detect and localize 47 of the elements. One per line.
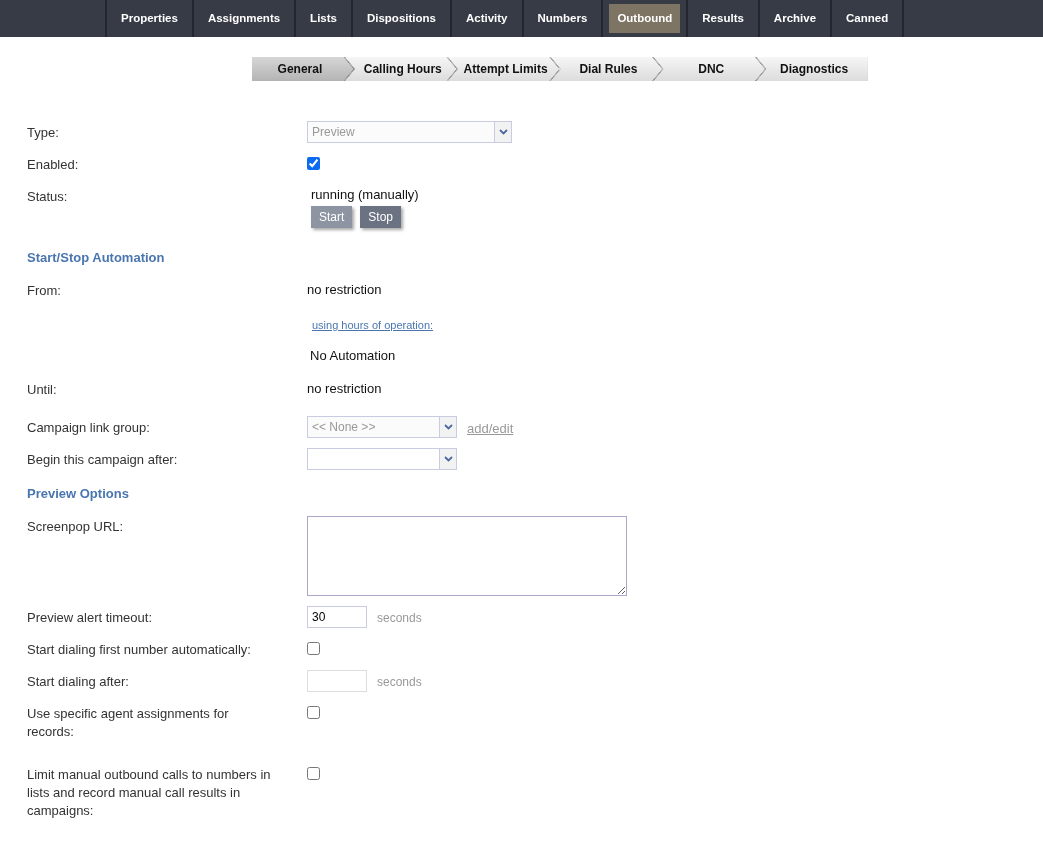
nav-tab[interactable]: Dispositions [350, 0, 450, 37]
section-heading: Start/Stop Automation [27, 248, 166, 267]
field-label: Start dialing after: [27, 673, 129, 689]
field-label: Screenpop URL: [27, 518, 124, 534]
number-field[interactable]: 30 [307, 605, 367, 628]
value-text: no restriction [307, 379, 382, 398]
wizard-step[interactable]: DNC [653, 57, 766, 81]
status-button[interactable]: Stop [360, 205, 402, 228]
checkbox[interactable] [307, 641, 320, 655]
wizard-step[interactable]: Calling Hours [344, 57, 457, 81]
nav-tab[interactable]: Archive [757, 0, 831, 37]
field-label: From: [27, 283, 61, 298]
field-label: Start dialing first number automatically: [27, 641, 251, 657]
unit-text: seconds [377, 609, 422, 627]
caret-icon [443, 423, 453, 430]
value-text: No Automation [310, 346, 396, 365]
hours-link[interactable]: using hours of operation: [312, 317, 434, 334]
nav-tab[interactable]: Properties [105, 0, 192, 37]
nav-tab[interactable]: Results [686, 0, 758, 37]
field-label: Type: [27, 125, 59, 140]
field-label: Use specific agent assignments for records: [27, 705, 229, 739]
nav-tab[interactable]: Numbers [521, 0, 602, 37]
field-label: Enabled: [27, 157, 79, 172]
wizard-step[interactable]: Diagnostics [756, 57, 868, 81]
section-heading: Preview Options [27, 485, 130, 503]
nav-tab[interactable]: Lists [294, 0, 351, 37]
field-label: Preview alert timeout: [27, 609, 152, 625]
value-text: no restriction [307, 281, 382, 299]
wizard-step[interactable]: Attempt Limits [447, 57, 560, 81]
field-label: Limit manual outbound calls to numbers in lists and record manual call results in campaigns: [27, 766, 271, 818]
checkbox[interactable] [307, 705, 320, 719]
nav-tab[interactable]: Activity [449, 0, 522, 37]
status-text: running (manually) [311, 186, 419, 204]
text-area[interactable] [307, 515, 627, 596]
wizard-step[interactable]: General [252, 57, 354, 81]
checkbox[interactable] [307, 766, 320, 780]
caret-icon [498, 129, 508, 135]
field-label: Until: [27, 381, 57, 397]
field-label: Campaign link group: [27, 419, 150, 435]
nav-tab[interactable]: Canned [830, 0, 905, 37]
field-label: Status: [27, 189, 68, 204]
nav-tab[interactable]: Assignments [191, 0, 295, 37]
unit-text: seconds [377, 673, 422, 691]
checkbox[interactable] [307, 157, 320, 170]
wizard-step[interactable]: Dial Rules [550, 57, 663, 81]
field-label: Begin this campaign after: [27, 452, 178, 467]
caret-icon [443, 456, 453, 462]
